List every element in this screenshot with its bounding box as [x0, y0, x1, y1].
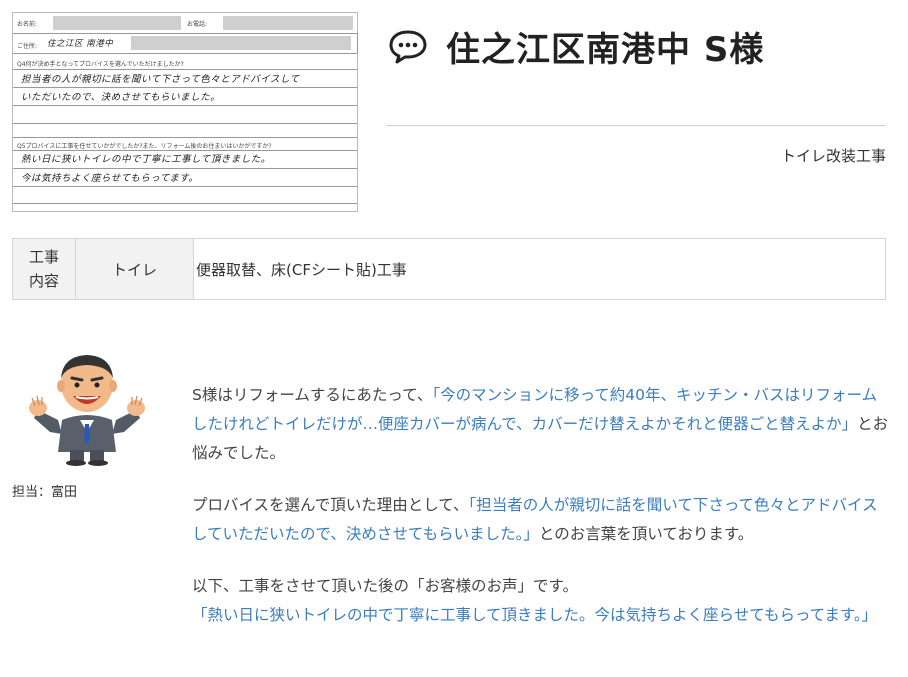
- form-phone-label: お電話:: [187, 21, 208, 28]
- paragraph-background: S様はリフォームするにあたって、「今のマンションに移って約40年、キッチン・バス…: [192, 381, 892, 468]
- table-label-cell: 工事 内容: [13, 239, 76, 299]
- paragraph-reason: プロバイスを選んで頂いた理由として、「担当者の人が親切に話を聞いて下さって色々と…: [192, 491, 892, 549]
- table-label-line1: 工事: [28, 248, 59, 266]
- form-address-value: 住之江区 南港中: [47, 39, 114, 49]
- survey-form-scan: お名前: お電話: ご住所: 住之江区 南港中 Q4何が決め手となってプロバイス…: [12, 12, 358, 212]
- form-q5-answer-2: 今は気持ちよく座らせてもらってます。: [21, 173, 199, 184]
- table-detail-cell: 便器取替、床(CFシート貼)工事: [196, 260, 407, 279]
- staff-label: 担当：富田: [12, 485, 78, 500]
- form-q4-answer-1: 担当者の人が親切に話を聞いて下さって色々とアドバイスして: [21, 74, 300, 85]
- work-details-table: 工事 内容 トイレ 便器取替、床(CFシート貼)工事: [12, 238, 886, 300]
- redacted-name: [53, 16, 181, 30]
- divider: [386, 125, 886, 126]
- p3-text: 以下、工事をさせて頂いた後の「お客様のお声」です。: [192, 577, 578, 595]
- article-body: S様はリフォームするにあたって、「今のマンションに移って約40年、キッチン・バス…: [192, 381, 892, 653]
- work-type-label: トイレ改装工事: [780, 147, 886, 165]
- form-q5: Q5プロバイスに工事を任せていかがでしたか?また、リフォーム後のお住まいはいかが…: [17, 143, 272, 150]
- speech-bubble-icon: [389, 30, 427, 63]
- table-category-cell: トイレ: [76, 239, 194, 299]
- form-address-label: ご住所:: [17, 43, 38, 50]
- staff-avatar: [29, 355, 145, 466]
- redacted-phone: [223, 16, 353, 30]
- p3-quote: 「熱い日に狭いトイレの中で丁寧に工事して頂きました。今は気持ちよく座らせてもらっ…: [192, 606, 878, 624]
- redacted-address: [131, 36, 351, 50]
- form-q5-answer-1: 熱い日に狭いトイレの中で丁寧に工事して頂きました。: [21, 154, 271, 165]
- form-q4-answer-2: いただいたので、決めさせてもらいました。: [21, 92, 221, 103]
- form-name-label: お名前:: [17, 21, 38, 28]
- p2-text-end: とのお言葉を頂いております。: [538, 525, 754, 543]
- page-title: 住之江区南港中 S様: [446, 30, 765, 70]
- p2-text: プロバイスを選んで頂いた理由として、: [192, 496, 469, 514]
- p1-text: S様はリフォームするにあたって、: [192, 386, 433, 404]
- page-header: 住之江区南港中 S様: [388, 22, 764, 71]
- table-label-line2: 内容: [28, 272, 59, 290]
- form-q4: Q4何が決め手となってプロバイスを選んでいただけましたか?: [17, 61, 184, 68]
- paragraph-customer-voice: 以下、工事をさせて頂いた後の「お客様のお声」です。「熱い日に狭いトイレの中で丁寧…: [192, 572, 892, 630]
